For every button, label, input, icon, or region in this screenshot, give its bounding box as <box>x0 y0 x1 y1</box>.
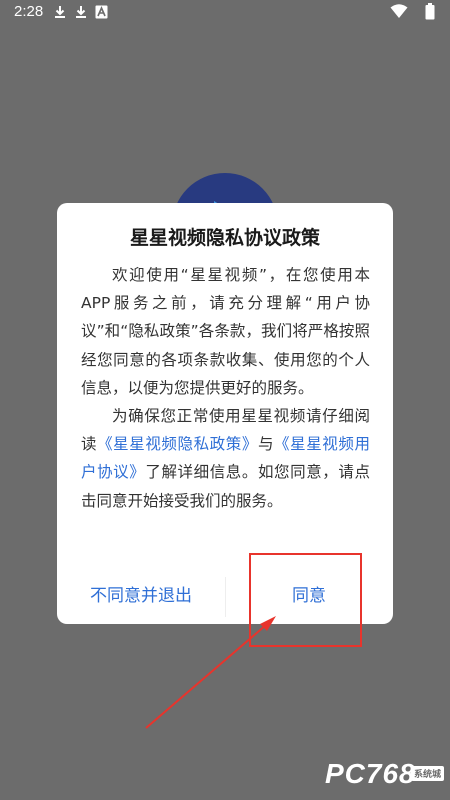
watermark-text: PC768 <box>325 758 416 789</box>
watermark-badge: 系统城 <box>411 766 445 781</box>
annotation-arrow-icon <box>145 616 276 729</box>
pc768-watermark: PC768 系统城 <box>325 756 445 796</box>
